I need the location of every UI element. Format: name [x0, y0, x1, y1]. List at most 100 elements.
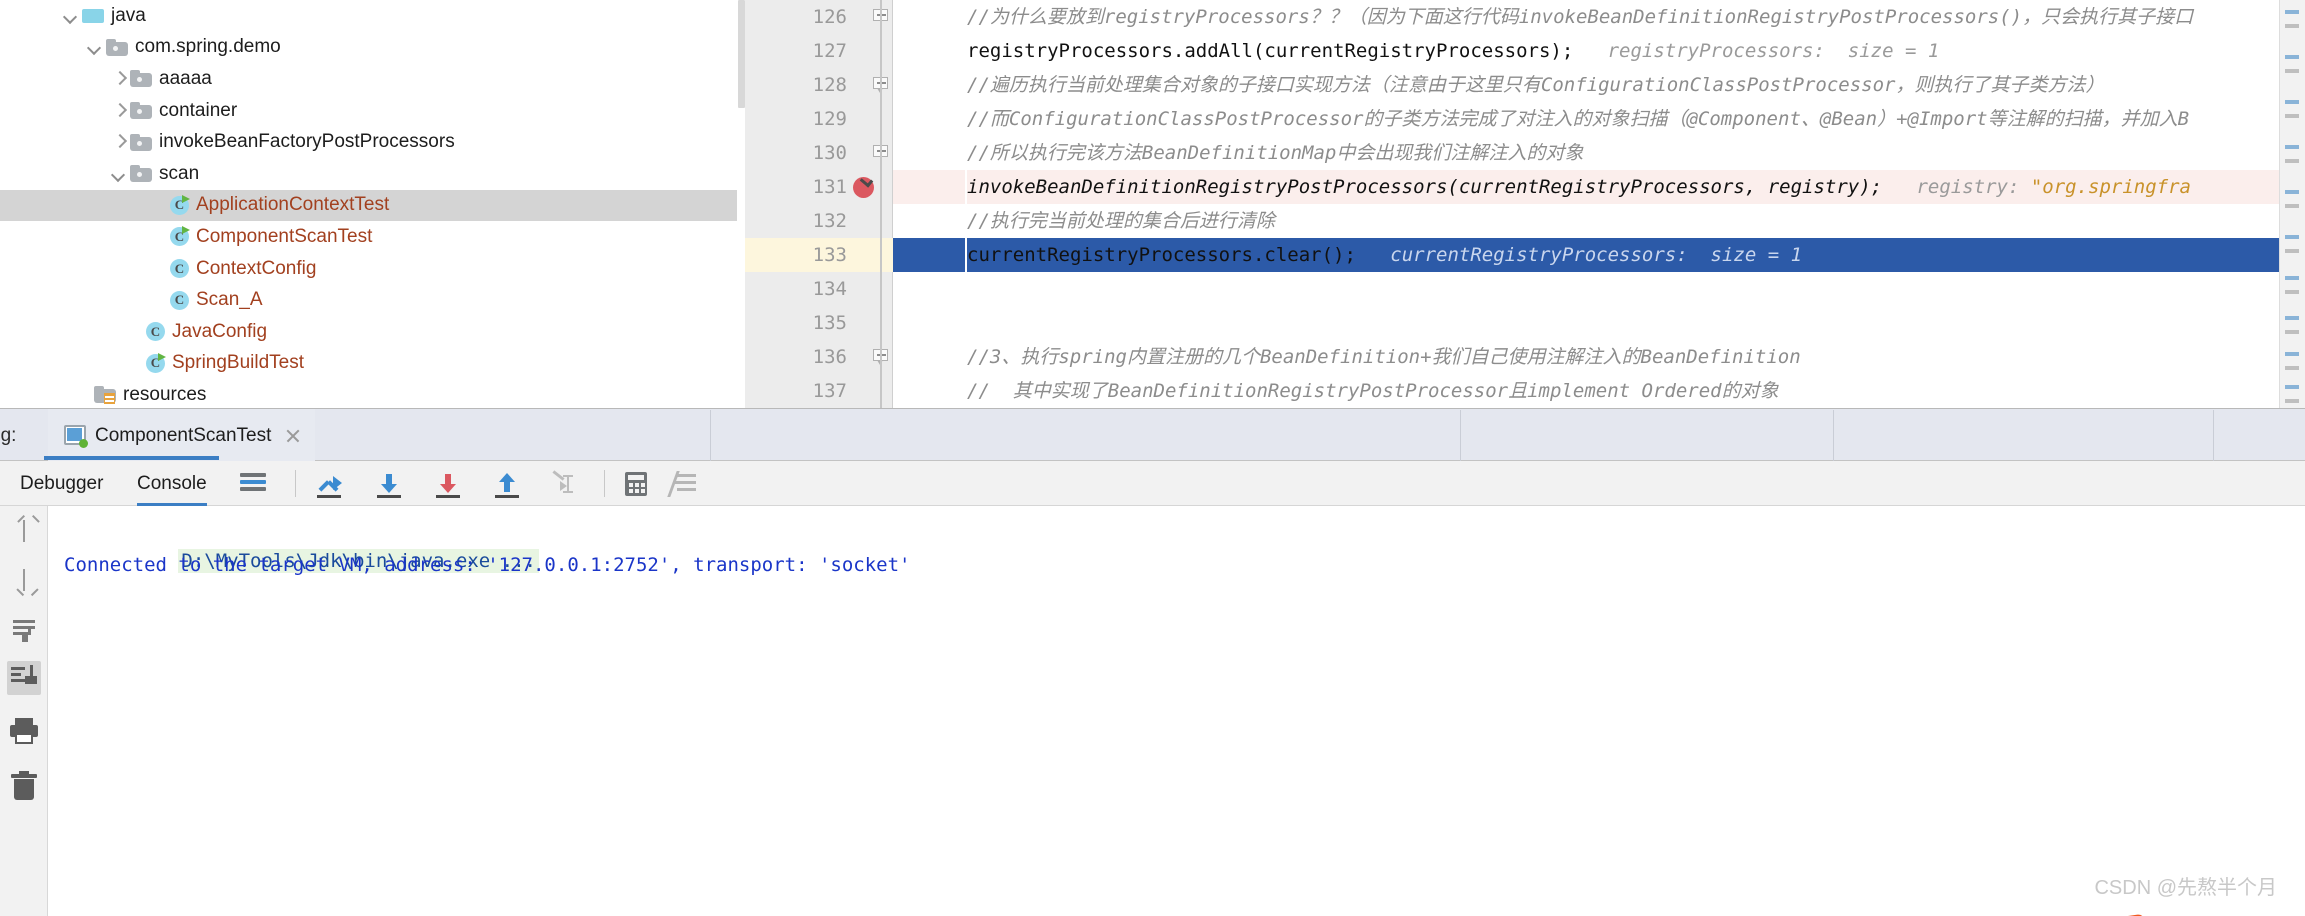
tree-item-com-spring-demo[interactable]: com.spring.demo — [0, 32, 745, 64]
tab-debugger[interactable]: Debugger — [20, 461, 103, 506]
code-line-126[interactable]: 126 //为什么要放到registryProcessors？？（因为下面这行代码… — [745, 0, 2305, 34]
step-out-icon[interactable] — [493, 471, 521, 498]
tree-item-label: JavaConfig — [172, 320, 268, 342]
tree-item-componentscantest[interactable]: C ComponentScanTest — [0, 221, 745, 253]
line-number: 128 — [812, 74, 847, 96]
step-over-icon[interactable] — [315, 471, 343, 498]
code-lines[interactable]: 126 //为什么要放到registryProcessors？？（因为下面这行代码… — [745, 0, 2305, 408]
tree-item-invokebeanfactorypostprocessors[interactable]: invokeBeanFactoryPostProcessors — [0, 126, 745, 158]
debug-session-icon — [62, 424, 88, 448]
chevron-right-icon[interactable] — [108, 131, 130, 153]
top-area: java com.spring.demo aaaaa container invokeB… — [0, 0, 2305, 408]
tree-item-contextconfig[interactable]: C ContextConfig — [0, 253, 745, 285]
breakpoint-icon[interactable] — [853, 174, 874, 198]
debug-toolbar: Debugger Console — [0, 461, 2305, 506]
marker-tick[interactable] — [2285, 159, 2299, 163]
scrollbar-thumb[interactable] — [738, 0, 745, 108]
fold-guide-line — [880, 340, 882, 374]
tabbar-divider — [2213, 410, 2214, 461]
code-line-130[interactable]: 130 //所以执行完该方法BeanDefinitionMap中会出现我们注解注入… — [745, 136, 2305, 170]
close-icon[interactable] — [284, 427, 301, 444]
marker-tick[interactable] — [2285, 399, 2299, 403]
tab-console[interactable]: Console — [137, 461, 207, 506]
code-line-128[interactable]: 128 //遍历执行当前处理集合对象的子接口实现方法（注意由于这里只有Config… — [745, 68, 2305, 102]
show-execution-point-icon[interactable] — [240, 471, 266, 497]
console-output[interactable]: D:\MyTools\Jdk\bin\java.exe ... Connecte… — [48, 506, 2305, 916]
fold-guide-line — [880, 238, 882, 272]
marker-tick[interactable] — [2285, 24, 2299, 28]
line-number: 126 — [812, 6, 847, 28]
editor-marker-strip[interactable] — [2279, 0, 2305, 408]
threads-and-variables-icon[interactable] — [667, 471, 697, 497]
tree-item-label: java — [111, 4, 146, 26]
marker-tick[interactable] — [2285, 366, 2299, 370]
marker-tick[interactable] — [2285, 10, 2299, 14]
chevron-right-icon[interactable] — [108, 68, 130, 90]
scroll-down-icon[interactable] — [7, 563, 41, 597]
debug-window-label: ug: — [0, 425, 17, 446]
step-into-icon[interactable] — [375, 471, 403, 498]
tree-item-container[interactable]: container — [0, 95, 745, 127]
code-line-131[interactable]: 131 invokeBeanDefinitionRegistryPostProce… — [745, 170, 2305, 204]
marker-tick[interactable] — [2285, 235, 2299, 239]
code-editor[interactable]: 126 //为什么要放到registryProcessors？？（因为下面这行代码… — [745, 0, 2305, 408]
code-text: //遍历执行当前处理集合对象的子接口实现方法（注意由于这里只有Configura… — [967, 68, 2105, 102]
marker-tick[interactable] — [2285, 100, 2299, 104]
marker-tick[interactable] — [2285, 69, 2299, 73]
tree-item-resources[interactable]: resources — [0, 379, 745, 408]
code-line-134[interactable]: 134 — [745, 272, 2305, 306]
fold-guide-line — [880, 170, 882, 204]
project-tree-panel[interactable]: java com.spring.demo aaaaa container invokeB… — [0, 0, 745, 408]
code-line-127[interactable]: 127 registryProcessors.addAll(currentRegi… — [745, 34, 2305, 68]
marker-tick[interactable] — [2285, 290, 2299, 294]
scroll-up-icon[interactable] — [7, 514, 41, 548]
tree-item-applicationcontexttest[interactable]: C ApplicationContextTest — [0, 189, 745, 222]
marker-tick[interactable] — [2285, 385, 2299, 389]
print-icon[interactable] — [7, 716, 41, 750]
tree-item-javaconfig[interactable]: C JavaConfig — [0, 316, 745, 348]
debug-session-tab[interactable]: ComponentScanTest — [48, 409, 316, 462]
tree-item-springbuildtest[interactable]: C SpringBuildTest — [0, 348, 745, 380]
code-line-129[interactable]: 129 //而ConfigurationClassPostProcessor的子类… — [745, 102, 2305, 136]
code-line-135[interactable]: 135 — [745, 306, 2305, 340]
force-step-into-icon[interactable] — [434, 471, 462, 498]
marker-tick[interactable] — [2285, 145, 2299, 149]
tree-item-aaaaa[interactable]: aaaaa — [0, 63, 745, 95]
scroll-to-end-icon[interactable] — [7, 661, 41, 695]
tree-item-java[interactable]: java — [0, 0, 745, 32]
evaluate-expression-icon[interactable] — [623, 471, 649, 497]
marker-tick[interactable] — [2285, 55, 2299, 59]
tree-item-label: ContextConfig — [196, 257, 317, 279]
marker-tick[interactable] — [2285, 330, 2299, 334]
soft-wrap-icon[interactable] — [7, 612, 41, 646]
marker-tick[interactable] — [2285, 276, 2299, 280]
line-number: 131 — [812, 176, 847, 198]
clear-all-icon[interactable] — [7, 771, 41, 805]
marker-tick[interactable] — [2285, 114, 2299, 118]
line-marker-area — [893, 374, 965, 408]
tree-item-scan[interactable]: scan — [0, 158, 745, 190]
code-line-133[interactable]: 133 currentRegistryProcessors.clear(); cu… — [745, 238, 2305, 272]
run-to-cursor-icon[interactable] — [551, 470, 577, 497]
marker-tick[interactable] — [2285, 352, 2299, 356]
tree-item-label: invokeBeanFactoryPostProcessors — [159, 131, 455, 153]
fold-guide-line — [880, 102, 882, 136]
marker-tick[interactable] — [2285, 316, 2299, 320]
tree-item-label: Scan_A — [196, 289, 263, 311]
chevron-down-icon[interactable] — [84, 36, 106, 58]
code-line-136[interactable]: 136 //3、执行spring内置注册的几个BeanDefinition+我们自… — [745, 340, 2305, 374]
code-line-137[interactable]: 137 // 其中实现了BeanDefinitionRegistryPostPro… — [745, 374, 2305, 408]
line-marker-area — [893, 68, 965, 102]
marker-tick[interactable] — [2285, 249, 2299, 253]
code-line-132[interactable]: 132 //执行完当前处理的集合后进行清除 — [745, 204, 2305, 238]
tree-item-scan-a[interactable]: C Scan_A — [0, 284, 745, 316]
code-token: "org.springfra — [2030, 176, 2191, 198]
project-tree-scrollbar[interactable] — [737, 0, 745, 408]
marker-tick[interactable] — [2285, 190, 2299, 194]
marker-tick[interactable] — [2285, 204, 2299, 208]
chevron-down-icon[interactable] — [60, 5, 82, 27]
chevron-right-icon[interactable] — [108, 100, 130, 122]
chevron-down-icon[interactable] — [108, 163, 130, 185]
ide-window: java com.spring.demo aaaaa container invokeB… — [0, 0, 2305, 916]
